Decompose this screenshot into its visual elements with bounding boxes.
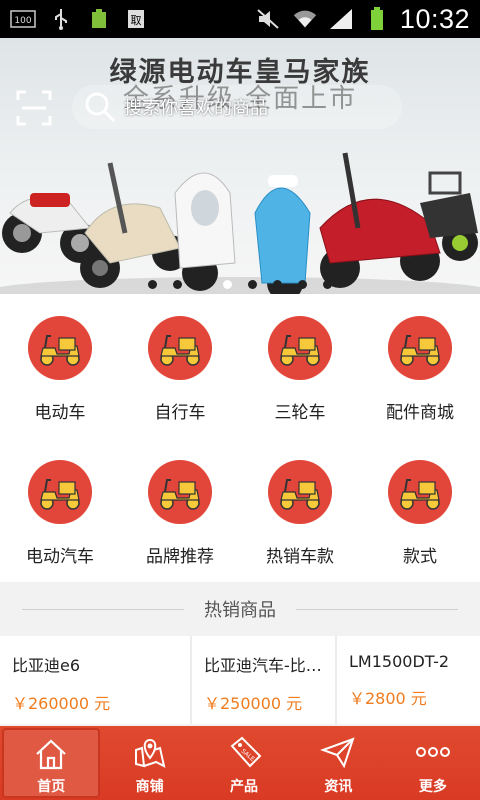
- carousel-dots[interactable]: [0, 280, 480, 289]
- search-icon: [85, 92, 116, 123]
- clipboard-icon: 取: [124, 8, 150, 30]
- nav-label: 产品: [230, 779, 259, 795]
- nav-news[interactable]: 资讯: [291, 726, 385, 800]
- carousel-dot[interactable]: [173, 280, 182, 289]
- promo-banner[interactable]: 绿源电动车皇马家族 全系升级 全面上市 搜索你喜欢的商品: [0, 38, 480, 294]
- notification-100-icon: 100: [10, 8, 36, 30]
- scan-icon[interactable]: [16, 90, 52, 126]
- nav-products[interactable]: SALE 产品: [197, 726, 291, 800]
- usb-icon: [48, 8, 74, 30]
- carousel-dot[interactable]: [298, 280, 307, 289]
- scooter-icon: [148, 316, 212, 380]
- battery-100-icon: [86, 8, 112, 30]
- section-title: 热销商品: [204, 600, 276, 621]
- scooter-icon: [28, 460, 92, 524]
- clock: 10:32: [399, 3, 470, 34]
- product-price: ￥250000 元: [204, 694, 303, 713]
- category-label: 电动车: [34, 403, 86, 423]
- category-item[interactable]: 电动汽车: [0, 438, 120, 582]
- category-item[interactable]: 款式: [360, 438, 480, 582]
- category-item[interactable]: 热销车款: [240, 438, 360, 582]
- scooter-icon: [268, 460, 332, 524]
- nav-label: 商铺: [135, 779, 164, 795]
- category-label: 自行车: [154, 403, 206, 423]
- carousel-dot[interactable]: [323, 280, 332, 289]
- carousel-dot[interactable]: [148, 280, 157, 289]
- scooter-icon: [388, 316, 452, 380]
- category-label: 款式: [403, 547, 437, 567]
- product-list: 比亚迪e6 ￥260000 元 比亚迪汽车-比… ￥250000 元 LM150…: [0, 636, 480, 726]
- nav-more[interactable]: 更多: [386, 726, 480, 800]
- home-icon: [32, 738, 70, 770]
- category-item[interactable]: 配件商城: [360, 294, 480, 438]
- sale-tag-icon: SALE: [225, 734, 263, 770]
- scooter-icon: [148, 460, 212, 524]
- product-name: 比亚迪汽车-比…: [204, 656, 322, 675]
- battery-icon: [364, 7, 390, 30]
- paper-plane-icon: [319, 734, 357, 770]
- scooter-icon: [388, 460, 452, 524]
- signal-icon: [328, 8, 354, 30]
- product-card[interactable]: 比亚迪汽车-比… ￥250000 元: [192, 636, 337, 724]
- search-placeholder: 搜索你喜欢的商品: [124, 98, 268, 119]
- carousel-dot[interactable]: [198, 280, 207, 289]
- category-item[interactable]: 自行车: [120, 294, 240, 438]
- carousel-dot[interactable]: [223, 280, 232, 289]
- category-item[interactable]: 品牌推荐: [120, 438, 240, 582]
- category-grid: 电动车 自行车 三轮车 配件商城电动汽车 品牌推荐 热销车款 款式: [0, 294, 480, 582]
- bottom-nav: 首页 商铺 SALE 产品 资讯 更多: [0, 726, 480, 800]
- category-label: 电动汽车: [26, 547, 94, 567]
- scooter-icon: [268, 316, 332, 380]
- app-screen: 100 取 10:32 绿源电动车皇马家族 全系升级 全面上市 搜索你喜欢的商品…: [0, 0, 480, 800]
- scooter-lineup-image: [0, 152, 480, 294]
- map-shop-icon: [131, 734, 169, 770]
- product-price: ￥2800 元: [349, 689, 427, 708]
- category-item[interactable]: 电动车: [0, 294, 120, 438]
- nav-home[interactable]: 首页: [2, 728, 101, 798]
- svg-text:取: 取: [131, 14, 142, 27]
- carousel-dot[interactable]: [248, 280, 257, 289]
- category-label: 配件商城: [386, 403, 454, 423]
- category-label: 三轮车: [274, 403, 326, 423]
- scooter-icon: [28, 316, 92, 380]
- more-dots-icon: [414, 734, 452, 770]
- carousel-dot[interactable]: [273, 280, 282, 289]
- product-card[interactable]: LM1500DT-2 ￥2800 元: [337, 636, 480, 724]
- category-label: 热销车款: [266, 547, 334, 567]
- product-name: LM1500DT-2: [349, 652, 450, 671]
- search-input[interactable]: 搜索你喜欢的商品: [72, 85, 402, 129]
- product-name: 比亚迪e6: [12, 656, 81, 675]
- category-item[interactable]: 三轮车: [240, 294, 360, 438]
- hot-products-header: 热销商品: [0, 582, 480, 636]
- nav-shops[interactable]: 商铺: [102, 726, 196, 800]
- svg-text:100: 100: [14, 16, 31, 26]
- product-price: ￥260000 元: [12, 694, 111, 713]
- category-label: 品牌推荐: [146, 547, 214, 567]
- status-bar: 100 取 10:32: [0, 0, 480, 38]
- nav-label: 更多: [418, 779, 447, 795]
- nav-label: 首页: [37, 779, 66, 795]
- divider-line: [22, 608, 184, 610]
- nav-label: 资讯: [324, 779, 353, 795]
- product-card[interactable]: 比亚迪e6 ￥260000 元: [0, 636, 192, 724]
- divider-line: [296, 608, 458, 610]
- wifi-icon: [292, 8, 318, 30]
- mute-icon: [256, 8, 282, 30]
